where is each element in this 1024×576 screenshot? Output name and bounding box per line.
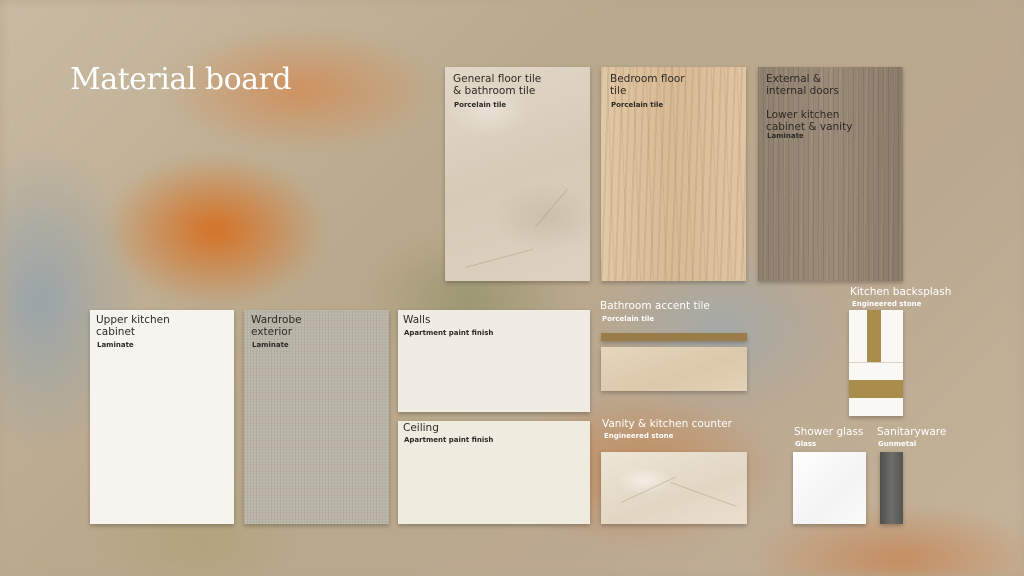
backsplash-sub: Engineered stone bbox=[852, 300, 922, 308]
page-title: Material board bbox=[70, 62, 292, 97]
ceiling-sub: Apartment paint finish bbox=[404, 436, 494, 444]
swatch-vanity-counter bbox=[601, 452, 747, 524]
swatch-shower-glass bbox=[793, 452, 866, 524]
general-floor-label: General floor tile & bathroom tile bbox=[453, 73, 542, 97]
backsplash-label: Kitchen backsplash bbox=[850, 286, 952, 298]
swatch-upper-kitchen-cabinet: Upper kitchen cabinet Laminate bbox=[90, 310, 234, 524]
shower-glass-sub: Glass bbox=[795, 440, 817, 448]
wardrobe-label: Wardrobe exterior bbox=[251, 314, 302, 338]
bath-accent-strip bbox=[601, 333, 747, 341]
swatch-ceiling: Ceiling Apartment paint finish bbox=[398, 421, 590, 524]
sanitaryware-label: Sanitaryware bbox=[877, 426, 947, 438]
bath-accent-label: Bathroom accent tile bbox=[600, 300, 710, 312]
backsplash-horizontal-strip bbox=[849, 380, 903, 398]
bedroom-floor-label: Bedroom floor tile bbox=[610, 73, 685, 97]
doors-sub: Laminate bbox=[767, 132, 804, 140]
vanity-counter-sub: Engineered stone bbox=[604, 432, 674, 440]
swatch-bath-accent-tile bbox=[601, 347, 747, 391]
sanitaryware-sub: Gunmetal bbox=[878, 440, 917, 448]
walls-label: Walls bbox=[403, 314, 431, 326]
general-floor-sub: Porcelain tile bbox=[454, 101, 507, 109]
bath-accent-sub: Porcelain tile bbox=[602, 315, 655, 323]
walls-sub: Apartment paint finish bbox=[404, 329, 494, 337]
swatch-sanitaryware bbox=[880, 452, 903, 524]
swatch-bedroom-floor-tile: Bedroom floor tile Porcelain tile bbox=[601, 67, 746, 281]
shower-glass-label: Shower glass bbox=[794, 426, 864, 438]
vanity-counter-label: Vanity & kitchen counter bbox=[602, 418, 732, 430]
upper-cabinet-label: Upper kitchen cabinet bbox=[96, 314, 170, 338]
bedroom-floor-sub: Porcelain tile bbox=[611, 101, 664, 109]
swatch-wardrobe-exterior: Wardrobe exterior Laminate bbox=[244, 310, 389, 524]
swatch-general-floor-tile: General floor tile & bathroom tile Porce… bbox=[445, 67, 590, 281]
backsplash-divider-line bbox=[849, 362, 903, 363]
wardrobe-sub: Laminate bbox=[252, 341, 289, 349]
doors-label: External & internal doors Lower kitchen … bbox=[766, 73, 853, 133]
swatch-doors-laminate: External & internal doors Lower kitchen … bbox=[758, 67, 903, 281]
backsplash-vertical-strip bbox=[867, 310, 881, 362]
swatch-kitchen-backsplash bbox=[849, 310, 903, 416]
swatch-walls: Walls Apartment paint finish bbox=[398, 310, 590, 412]
upper-cabinet-sub: Laminate bbox=[97, 341, 134, 349]
ceiling-label: Ceiling bbox=[403, 422, 439, 434]
